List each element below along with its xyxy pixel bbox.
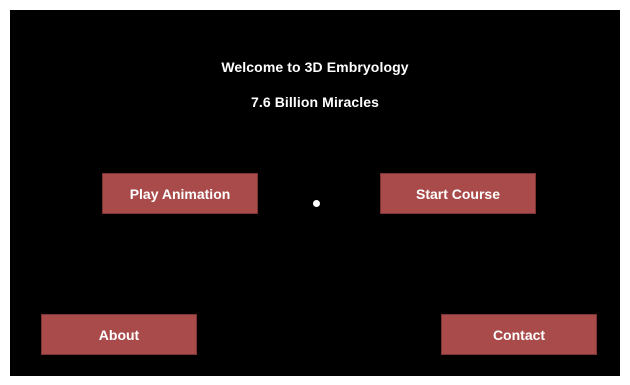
start-course-button[interactable]: Start Course — [380, 173, 536, 214]
page-title: Welcome to 3D Embryology — [221, 59, 409, 75]
about-button[interactable]: About — [41, 314, 197, 355]
contact-button[interactable]: Contact — [441, 314, 597, 355]
page-subtitle: 7.6 Billion Miracles — [250, 94, 380, 110]
play-animation-button[interactable]: Play Animation — [102, 173, 258, 214]
cursor-dot — [313, 200, 320, 207]
